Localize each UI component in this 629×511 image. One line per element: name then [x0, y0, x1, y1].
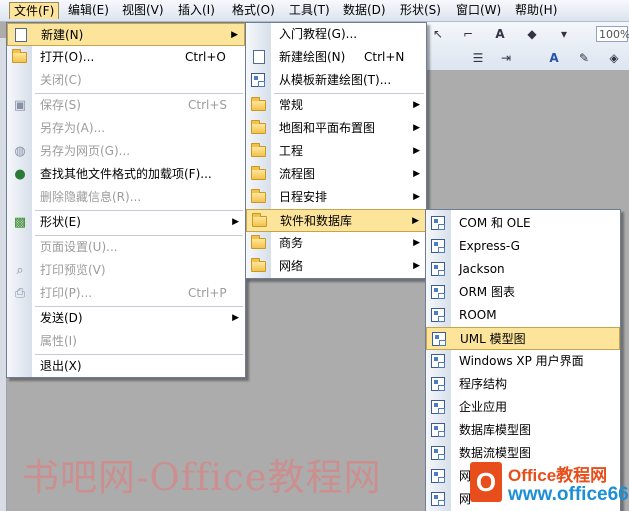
folder-icon — [251, 235, 267, 251]
file-new-item[interactable]: 新建(N) ▶ — [7, 23, 245, 46]
text-tool-icon[interactable]: A — [492, 26, 508, 42]
pointer-tool-icon[interactable]: ↖ — [430, 26, 446, 42]
file-save-as-item[interactable]: 另存为(A)... — [7, 117, 245, 140]
stencil-icon — [431, 492, 447, 507]
template-enterprise-app[interactable]: 企业应用 — [426, 396, 620, 419]
folder-icon — [251, 166, 267, 182]
toolbar: ↖ ⌐ A ◆ ▾ 100% ☰ ⇥ A ✎ ◈ — [416, 22, 629, 70]
new-category-network[interactable]: 网络 ▶ — [246, 255, 426, 278]
web-page-icon: ◍ — [14, 144, 26, 159]
stencil-icon — [431, 262, 447, 277]
watermark-text: 书吧网-Office教程网 — [22, 456, 382, 499]
folder-icon — [251, 143, 267, 159]
new-category-engineering[interactable]: 工程 ▶ — [246, 140, 426, 163]
new-getting-started-item[interactable]: 入门教程(G)... — [246, 23, 426, 46]
file-find-addins-item[interactable]: ● 查找其他文件格式的加载项(F)... — [7, 163, 245, 186]
line-color-icon[interactable]: ✎ — [576, 50, 592, 66]
dropdown-arrow-icon[interactable]: ▾ — [556, 26, 572, 42]
file-save-web-item[interactable]: ◍ 另存为网页(G)... — [7, 140, 245, 163]
template-uml[interactable]: UML 模型图 — [426, 327, 620, 350]
template-program-structure[interactable]: 程序结构 — [426, 373, 620, 396]
logo-title: Office教程网 — [508, 466, 608, 485]
new-category-business[interactable]: 商务 ▶ — [246, 232, 426, 255]
bullets-icon[interactable]: ☰ — [470, 50, 486, 66]
new-category-flowchart[interactable]: 流程图 ▶ — [246, 163, 426, 186]
template-jackson[interactable]: Jackson — [426, 258, 620, 281]
file-close-item[interactable]: 关闭(C) — [7, 69, 245, 92]
open-folder-icon — [12, 49, 28, 65]
template-express-g[interactable]: Express-G — [426, 235, 620, 258]
stencil-icon — [431, 446, 447, 461]
new-category-software-db[interactable]: 软件和数据库 ▶ — [246, 209, 426, 232]
template-icon — [251, 73, 267, 88]
folder-icon — [252, 213, 268, 229]
file-open-item[interactable]: 打开(O)... Ctrl+O — [7, 46, 245, 69]
file-properties-item[interactable]: 属性(I) — [7, 330, 245, 353]
stencil-icon — [431, 400, 447, 415]
shapes-icon: ▩ — [13, 215, 27, 230]
menu-edit[interactable]: 编辑(E) — [64, 2, 113, 19]
zoom-box[interactable]: 100% — [596, 26, 629, 42]
template-room[interactable]: ROOM — [426, 304, 620, 327]
stencil-icon — [431, 216, 447, 231]
logo-url: www.office66.cn — [508, 484, 629, 505]
stencil-icon — [431, 239, 447, 254]
fill-color-icon[interactable]: ◈ — [606, 50, 622, 66]
new-drawing-icon — [251, 50, 267, 65]
office-logo-icon: O — [470, 462, 502, 502]
file-save-item[interactable]: ▣ 保存(S) Ctrl+S — [7, 94, 245, 117]
stencil-icon — [431, 354, 447, 369]
print-preview-icon: ⌕ — [16, 263, 24, 278]
connector-tool-icon[interactable]: ⌐ — [460, 26, 476, 42]
file-shapes-item[interactable]: ▩ 形状(E) ▶ — [7, 211, 245, 234]
print-icon: ⎙ — [14, 286, 26, 301]
new-drawing-item[interactable]: 新建绘图(N) Ctrl+N — [246, 46, 426, 69]
stencil-icon — [432, 332, 448, 347]
addin-icon: ● — [14, 167, 26, 182]
folder-icon — [251, 120, 267, 136]
file-page-setup-item[interactable]: 页面设置(U)... — [7, 236, 245, 259]
new-category-maps[interactable]: 地图和平面布置图 ▶ — [246, 117, 426, 140]
file-remove-hidden-item[interactable]: 删除隐藏信息(R)... — [7, 186, 245, 209]
new-from-template-item[interactable]: 从模板新建绘图(T)... — [246, 69, 426, 92]
new-category-schedule[interactable]: 日程安排 ▶ — [246, 186, 426, 209]
folder-icon — [251, 97, 267, 113]
file-send-item[interactable]: 发送(D) ▶ — [7, 307, 245, 330]
menu-file[interactable]: 文件(F) — [9, 2, 60, 19]
menu-bar: 文件(F) 编辑(E) 视图(V) 插入(I) 格式(O) 工具(T) 数据(D… — [0, 0, 629, 22]
file-print-preview-item[interactable]: ⌕ 打印预览(V) — [7, 259, 245, 282]
new-document-icon — [13, 28, 29, 43]
menu-shape[interactable]: 形状(S) — [396, 2, 445, 19]
stencil-icon — [431, 423, 447, 438]
stencil-icon — [431, 469, 447, 484]
menu-help[interactable]: 帮助(H) — [511, 2, 561, 19]
menu-view[interactable]: 视图(V) — [118, 2, 168, 19]
file-menu: 新建(N) ▶ 打开(O)... Ctrl+O 关闭(C) ▣ 保存(S) Ct… — [6, 22, 246, 378]
font-color-icon[interactable]: A — [546, 50, 562, 66]
stencil-icon — [431, 285, 447, 300]
menu-tools[interactable]: 工具(T) — [285, 2, 334, 19]
new-submenu: 入门教程(G)... 新建绘图(N) Ctrl+N 从模板新建绘图(T)... … — [245, 22, 427, 279]
folder-icon — [251, 189, 267, 205]
file-exit-item[interactable]: 退出(X) — [7, 355, 245, 378]
menu-data[interactable]: 数据(D) — [339, 2, 390, 19]
menu-insert[interactable]: 插入(I) — [174, 2, 219, 19]
template-orm[interactable]: ORM 图表 — [426, 281, 620, 304]
template-windows-xp-ui[interactable]: Windows XP 用户界面 — [426, 350, 620, 373]
template-com-ole[interactable]: COM 和 OLE — [426, 212, 620, 235]
indent-icon[interactable]: ⇥ — [498, 50, 514, 66]
site-logo: O Office教程网 www.office66.cn — [470, 460, 629, 508]
fill-tool-icon[interactable]: ◆ — [524, 26, 540, 42]
folder-icon — [251, 258, 267, 274]
menu-format[interactable]: 格式(O) — [228, 2, 279, 19]
stencil-icon — [431, 308, 447, 323]
file-print-item[interactable]: ⎙ 打印(P)... Ctrl+P — [7, 282, 245, 305]
stencil-icon — [431, 377, 447, 392]
new-category-general[interactable]: 常规 ▶ — [246, 94, 426, 117]
menu-window[interactable]: 窗口(W) — [452, 2, 505, 19]
save-icon: ▣ — [13, 98, 27, 113]
template-database-model[interactable]: 数据库模型图 — [426, 419, 620, 442]
